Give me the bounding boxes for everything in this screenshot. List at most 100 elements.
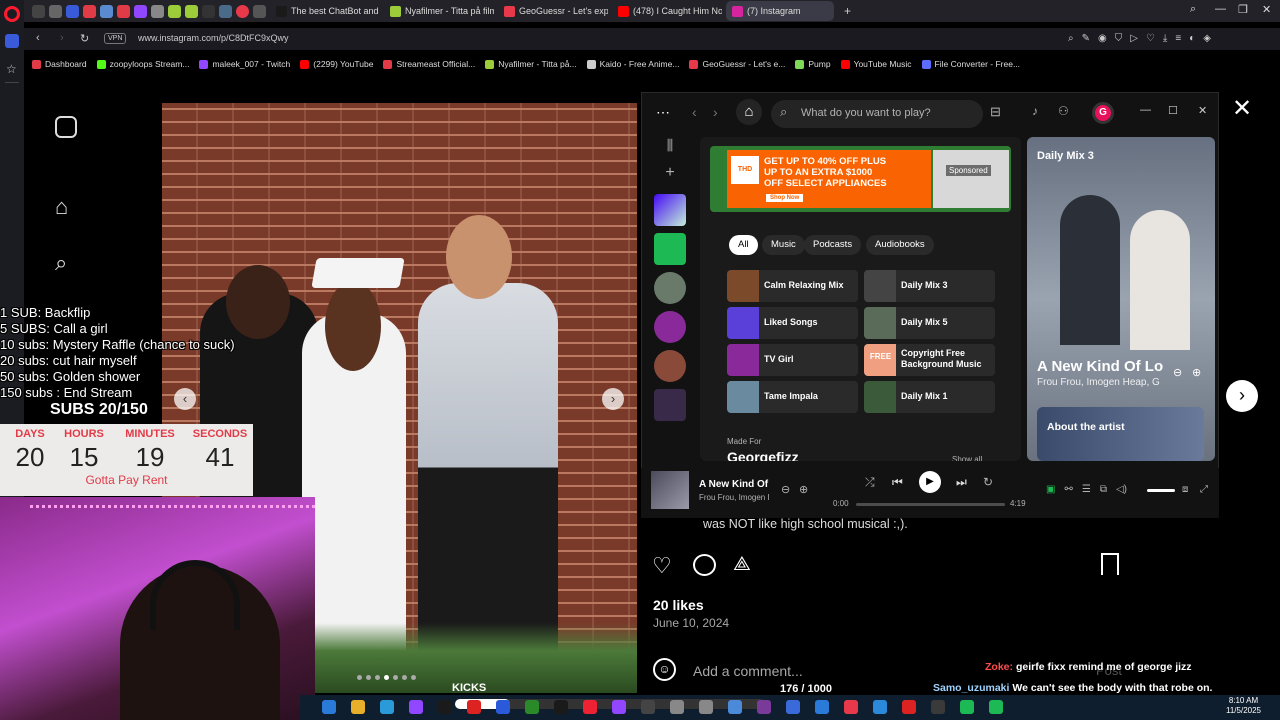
taskbar-app-icon[interactable]: [931, 700, 945, 714]
taskbar-app-icon[interactable]: [612, 700, 626, 714]
back-icon[interactable]: ‹: [36, 32, 40, 44]
lyrics-icon[interactable]: ⚯: [1064, 484, 1072, 495]
system-clock[interactable]: 8:10 AM 11/5/2025: [1226, 696, 1261, 716]
search-tabs-icon[interactable]: ⌕: [1190, 3, 1196, 16]
now-playing-artist[interactable]: Frou Frou, Imogen I: [699, 493, 769, 502]
forward-icon[interactable]: ›: [60, 32, 64, 44]
taskbar-app-icon[interactable]: [786, 700, 800, 714]
bookmark-item[interactable]: maleek_007 - Twitch: [199, 59, 290, 69]
filter-chip[interactable]: Podcasts: [804, 235, 862, 255]
shuffle-icon[interactable]: ⤮: [865, 475, 875, 490]
extensions-icon[interactable]: ◈: [1203, 33, 1211, 44]
quick-pick-card[interactable]: TV Girl: [727, 344, 858, 376]
volume-icon[interactable]: ◁): [1116, 484, 1127, 495]
bookmark-item[interactable]: (2299) YouTube: [300, 59, 373, 69]
bookmark-item[interactable]: GeoGuessr - Let's e...: [689, 59, 785, 69]
quick-pick-card[interactable]: Daily Mix 5: [864, 307, 995, 339]
spotify-avatar[interactable]: G: [1092, 102, 1114, 124]
taskbar-app-icon[interactable]: [670, 700, 684, 714]
browse-icon[interactable]: ⊟: [990, 104, 1001, 120]
download-icon[interactable]: ⤓: [1163, 33, 1167, 44]
repeat-icon[interactable]: ↻: [983, 475, 993, 489]
spotify-minimize-icon[interactable]: —: [1140, 104, 1151, 116]
browser-tab[interactable]: (7) Instagram: [726, 1, 834, 21]
next-photo-button[interactable]: ›: [602, 388, 624, 410]
opera-logo-icon[interactable]: [4, 6, 20, 22]
show-all-link[interactable]: Show all: [952, 455, 982, 461]
friends-icon[interactable]: ⚇: [1058, 104, 1069, 118]
tab-icon[interactable]: [236, 4, 249, 18]
new-tab-button[interactable]: +: [838, 1, 857, 21]
taskbar-app-icon[interactable]: [409, 700, 423, 714]
quick-pick-card[interactable]: Daily Mix 3: [864, 270, 995, 302]
tab-icon[interactable]: [253, 4, 266, 18]
comment-input[interactable]: Add a comment...: [693, 663, 803, 679]
spotify-maximize-icon[interactable]: ☐: [1168, 104, 1178, 117]
close-window-icon[interactable]: ✕: [1262, 3, 1271, 16]
chat-username[interactable]: Zoke:: [985, 661, 1013, 673]
notifications-icon[interactable]: ♪: [1032, 104, 1038, 118]
about-artist-card[interactable]: [1037, 407, 1204, 461]
taskbar-app-icon[interactable]: [583, 700, 597, 714]
spotify-home-icon[interactable]: ⌂: [736, 99, 762, 125]
chat-username[interactable]: Samo_uzumaki: [933, 682, 1009, 694]
quick-pick-card[interactable]: Calm Relaxing Mix: [727, 270, 858, 302]
heart-icon[interactable]: ♡: [1146, 33, 1155, 44]
miniplayer-icon[interactable]: ⧈: [1182, 484, 1188, 495]
taskbar-app-icon[interactable]: [438, 700, 452, 714]
next-post-button[interactable]: ›: [1226, 380, 1258, 412]
browser-tab[interactable]: Nyafilmer - Titta på filmer: [384, 1, 494, 21]
close-post-icon[interactable]: ✕: [1232, 94, 1252, 123]
taskbar-app-icon[interactable]: [525, 700, 539, 714]
tab-icon[interactable]: [100, 4, 113, 18]
quick-pick-card[interactable]: Liked Songs: [727, 307, 858, 339]
instagram-logo-icon[interactable]: [55, 116, 77, 138]
bookmark-item[interactable]: YouTube Music: [840, 59, 912, 69]
now-playing-art[interactable]: [651, 471, 689, 509]
search-icon[interactable]: ⌕: [55, 250, 67, 276]
queue-icon[interactable]: ☰: [1082, 484, 1091, 495]
tab-icon[interactable]: [168, 4, 181, 18]
quick-pick-card[interactable]: Tame Impala: [727, 381, 858, 413]
taskbar-app-icon[interactable]: [641, 700, 655, 714]
camera-icon[interactable]: ◉: [1098, 33, 1107, 44]
library-icon[interactable]: ⫼: [651, 137, 689, 154]
spotify-search-input[interactable]: What do you want to play?: [771, 100, 983, 128]
add-track-icon[interactable]: ⊕: [799, 483, 808, 496]
spotify-menu-icon[interactable]: ⋯: [656, 104, 670, 121]
vpn-badge[interactable]: VPN: [104, 33, 127, 44]
x-icon[interactable]: [202, 4, 215, 18]
zoom-icon[interactable]: ⌕: [1068, 33, 1074, 44]
taskbar-app-icon[interactable]: [815, 700, 829, 714]
saved-episodes-thumb[interactable]: [654, 233, 686, 265]
tab-icon[interactable]: [83, 4, 96, 18]
share-icon[interactable]: ⟁: [733, 553, 751, 576]
taskbar-app-icon[interactable]: [989, 700, 1003, 714]
next-icon[interactable]: ⏭: [956, 475, 967, 490]
tab-icon[interactable]: [151, 4, 164, 18]
menu-icon[interactable]: ≡: [1175, 33, 1181, 44]
github-icon[interactable]: [32, 4, 45, 18]
taskbar-app-icon[interactable]: [380, 700, 394, 714]
create-playlist-icon[interactable]: +: [651, 164, 689, 182]
taskbar-app-icon[interactable]: [873, 700, 887, 714]
panel-artists[interactable]: Frou Frou, Imogen Heap, G: [1037, 377, 1165, 388]
like-count[interactable]: 20 likes: [653, 597, 704, 613]
panel-song-title[interactable]: A New Kind Of Lo: [1037, 358, 1165, 375]
playlist-thumb[interactable]: [654, 389, 686, 421]
remove-track-icon[interactable]: ⊖: [781, 483, 790, 496]
edit-icon[interactable]: ✎: [1082, 33, 1090, 44]
taskbar-app-icon[interactable]: [322, 700, 336, 714]
tab-icon[interactable]: [185, 4, 198, 18]
shield-icon[interactable]: ⛉: [1115, 33, 1123, 44]
tab-icon[interactable]: [117, 4, 130, 18]
progress-bar[interactable]: [856, 503, 1005, 506]
player-icon[interactable]: ▷: [1130, 33, 1138, 44]
url-field[interactable]: www.instagram.com/p/C8DtFC9xQwy: [138, 33, 289, 43]
now-playing-view-icon[interactable]: ▣: [1046, 484, 1055, 495]
bookmark-item[interactable]: Streameast Official...: [383, 59, 475, 69]
artist-thumb[interactable]: [654, 311, 686, 343]
bookmark-item[interactable]: Kaido - Free Anime...: [586, 59, 679, 69]
add-icon[interactable]: ⊕: [1192, 366, 1201, 379]
remove-icon[interactable]: ⊖: [1173, 366, 1182, 379]
